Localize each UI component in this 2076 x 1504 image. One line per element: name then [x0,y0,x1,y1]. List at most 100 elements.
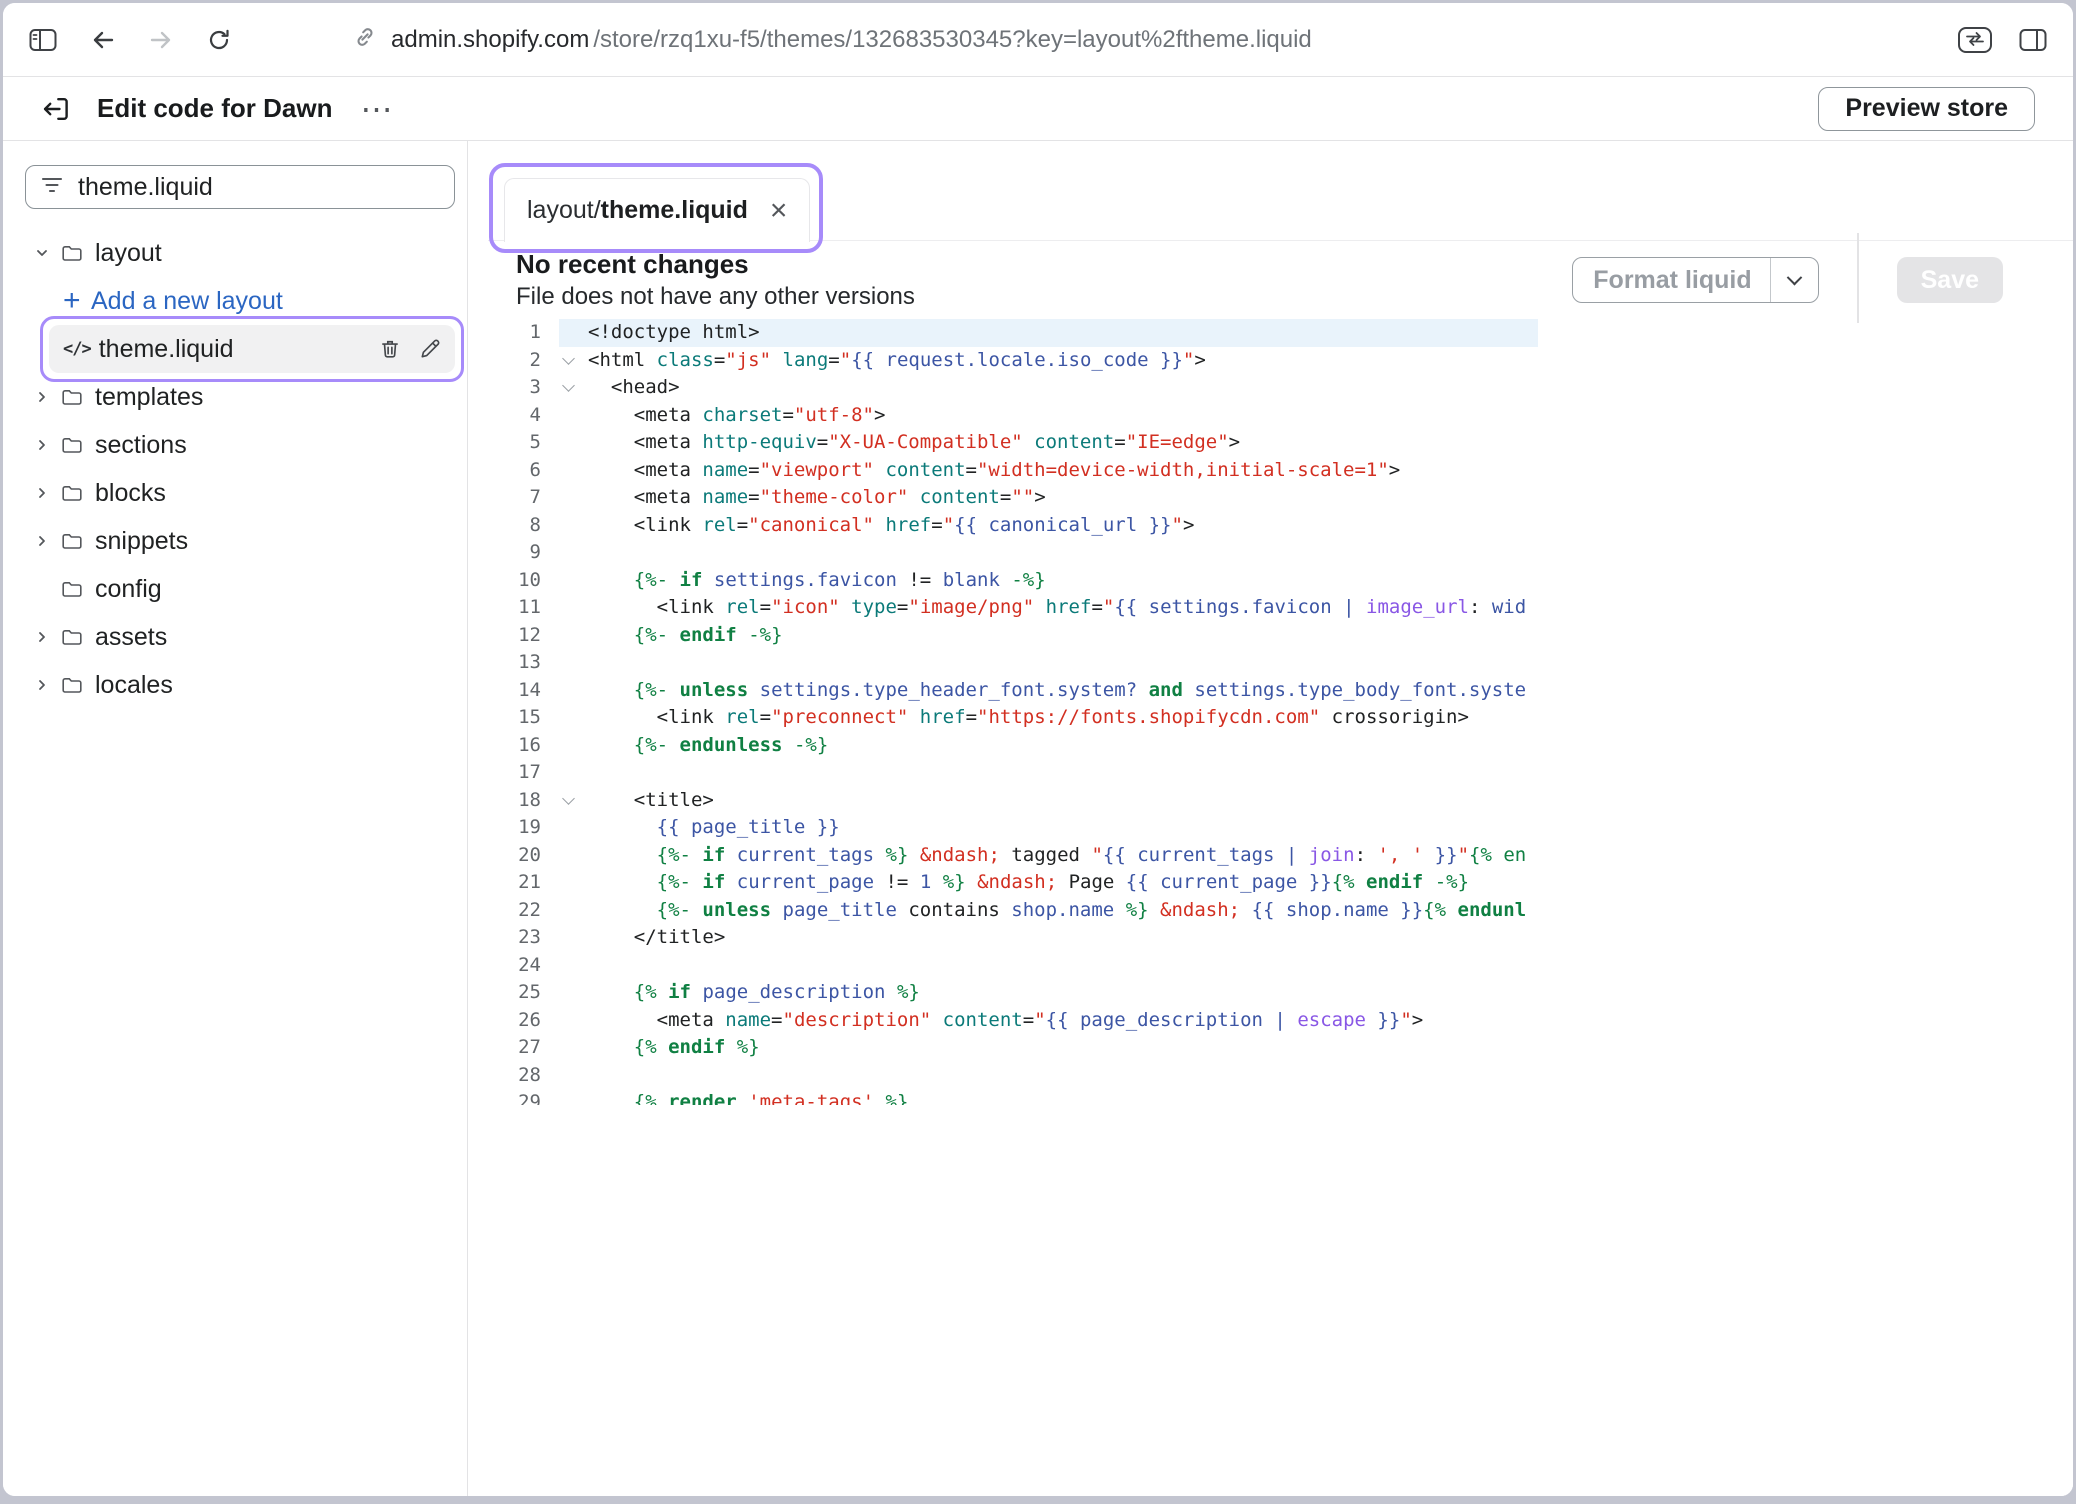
code-line-content[interactable]: <link rel="preconnect" href="https://fon… [559,704,1538,732]
code-line-content[interactable]: <html class="js" lang="{{ request.locale… [559,347,1538,375]
code-line[interactable]: 6 <meta name="viewport" content="width=d… [488,457,1538,485]
browser-window: admin.shopify.com/store/rzq1xu-f5/themes… [3,3,2073,1496]
fold-chevron-icon[interactable] [562,379,575,392]
sidebar-item-layout[interactable]: layout [25,229,455,277]
code-line[interactable]: 20 {%- if current_tags %} &ndash; tagged… [488,842,1538,870]
code-line[interactable]: 26 <meta name="description" content="{{ … [488,1007,1538,1035]
chevron-right-icon [35,630,49,644]
code-line-content[interactable]: {%- endunless -%} [559,732,1538,760]
sidebar-item-label: sections [95,431,187,460]
code-line[interactable]: 18 <title> [488,787,1538,815]
sidebar-item-snippets[interactable]: snippets [25,517,455,565]
preview-store-button[interactable]: Preview store [1818,87,2035,131]
reload-icon[interactable] [207,28,231,52]
code-line[interactable]: 21 {%- if current_page != 1 %} &ndash; P… [488,869,1538,897]
code-line[interactable]: 29 {% render 'meta-tags' %} [488,1089,1538,1105]
forward-icon[interactable] [149,29,173,51]
code-line[interactable]: 8 <link rel="canonical" href="{{ canonic… [488,512,1538,540]
code-line[interactable]: 15 <link rel="preconnect" href="https://… [488,704,1538,732]
code-line-content[interactable]: {% if page_description %} [559,979,1538,1007]
exit-icon[interactable] [41,94,71,124]
code-line-content[interactable]: <meta name="theme-color" content=""> [559,484,1538,512]
line-number: 5 [488,429,559,457]
address-bar[interactable]: admin.shopify.com/store/rzq1xu-f5/themes… [353,3,1312,76]
code-line[interactable]: 2<html class="js" lang="{{ request.local… [488,347,1538,375]
code-line-content[interactable]: <link rel="canonical" href="{{ canonical… [559,512,1538,540]
code-line[interactable]: 22 {%- unless page_title contains shop.n… [488,897,1538,925]
code-line-content[interactable] [559,539,1538,567]
sidebar-item-templates[interactable]: templates [25,373,455,421]
back-icon[interactable] [91,29,115,51]
line-number: 4 [488,402,559,430]
split-view-icon[interactable] [2019,28,2047,52]
code-line[interactable]: 24 [488,952,1538,980]
button-divider [1770,258,1772,302]
code-line[interactable]: 16 {%- endunless -%} [488,732,1538,760]
code-line-content[interactable]: {%- unless settings.type_header_font.sys… [559,677,1538,705]
code-line[interactable]: 25 {% if page_description %} [488,979,1538,1007]
code-line[interactable]: 13 [488,649,1538,677]
code-line[interactable]: 1<!doctype html> [488,319,1538,347]
code-line-content[interactable]: {{ page_title }} [559,814,1538,842]
code-line[interactable]: 5 <meta http-equiv="X-UA-Compatible" con… [488,429,1538,457]
code-line[interactable]: 7 <meta name="theme-color" content=""> [488,484,1538,512]
code-line-content[interactable] [559,952,1538,980]
delete-file-icon[interactable] [379,338,401,360]
sidebar-item-blocks[interactable]: blocks [25,469,455,517]
file-search[interactable] [25,165,455,209]
code-line-content[interactable]: <!doctype html> [559,319,1538,347]
add-new-layout-button[interactable]: + Add a new layout [25,277,455,325]
sidebar-item-assets[interactable]: assets [25,613,455,661]
code-line-content[interactable]: <head> [559,374,1538,402]
folder-icon [61,676,83,695]
code-line-content[interactable]: {%- if current_tags %} &ndash; tagged "{… [559,842,1538,870]
code-line-content[interactable] [559,1062,1538,1090]
code-line[interactable]: 9 [488,539,1538,567]
code-line-content[interactable]: {%- unless page_title contains shop.name… [559,897,1538,925]
search-input[interactable] [76,172,440,203]
code-line-content[interactable]: {% endif %} [559,1034,1538,1062]
sidebar-item-sections[interactable]: sections [25,421,455,469]
code-line-content[interactable]: <meta http-equiv="X-UA-Compatible" conte… [559,429,1538,457]
sidebar-item-config[interactable]: config [25,565,455,613]
code-line[interactable]: 12 {%- endif -%} [488,622,1538,650]
code-line-content[interactable]: <meta charset="utf-8"> [559,402,1538,430]
code-line-content[interactable]: {%- if settings.favicon != blank -%} [559,567,1538,595]
code-line-content[interactable]: {%- endif -%} [559,622,1538,650]
code-line[interactable]: 27 {% endif %} [488,1034,1538,1062]
sidebar-item-locales[interactable]: locales [25,661,455,709]
code-line-content[interactable] [559,759,1538,787]
code-line-content[interactable]: <meta name="viewport" content="width=dev… [559,457,1538,485]
code-line-content[interactable]: {%- if current_page != 1 %} &ndash; Page… [559,869,1538,897]
code-line[interactable]: 17 [488,759,1538,787]
code-line-content[interactable]: <link rel="icon" type="image/png" href="… [559,594,1538,622]
close-icon[interactable]: × [770,196,788,226]
code-line-content[interactable]: <meta name="description" content="{{ pag… [559,1007,1538,1035]
line-number: 2 [488,347,559,375]
code-line[interactable]: 14 {%- unless settings.type_header_font.… [488,677,1538,705]
code-line[interactable]: 3 <head> [488,374,1538,402]
code-editor[interactable]: 1<!doctype html>2<html class="js" lang="… [488,319,1538,1105]
code-line-content[interactable]: {% render 'meta-tags' %} [559,1089,1538,1105]
fold-chevron-icon[interactable] [562,792,575,805]
code-line-content[interactable]: </title> [559,924,1538,952]
code-line[interactable]: 19 {{ page_title }} [488,814,1538,842]
extensions-icon[interactable] [1957,26,1993,54]
sidebar-toggle-icon[interactable] [29,28,57,52]
fold-chevron-icon[interactable] [562,352,575,365]
format-liquid-button[interactable]: Format liquid [1572,257,1819,303]
save-button[interactable]: Save [1897,257,2003,303]
more-options-button[interactable]: ⋯ [354,93,401,125]
sidebar-item-theme-liquid[interactable]: </> theme.liquid [49,325,455,373]
tab-theme-liquid[interactable]: layout/theme.liquid × [504,178,810,242]
code-line-content[interactable] [559,649,1538,677]
code-line[interactable]: 4 <meta charset="utf-8"> [488,402,1538,430]
rename-file-icon[interactable] [419,338,441,360]
tab-path-prefix: layout/ [527,196,601,225]
chevron-down-icon[interactable] [1787,269,1803,285]
code-line[interactable]: 10 {%- if settings.favicon != blank -%} [488,567,1538,595]
code-line-content[interactable]: <title> [559,787,1538,815]
code-line[interactable]: 11 <link rel="icon" type="image/png" hre… [488,594,1538,622]
code-line[interactable]: 23 </title> [488,924,1538,952]
code-line[interactable]: 28 [488,1062,1538,1090]
